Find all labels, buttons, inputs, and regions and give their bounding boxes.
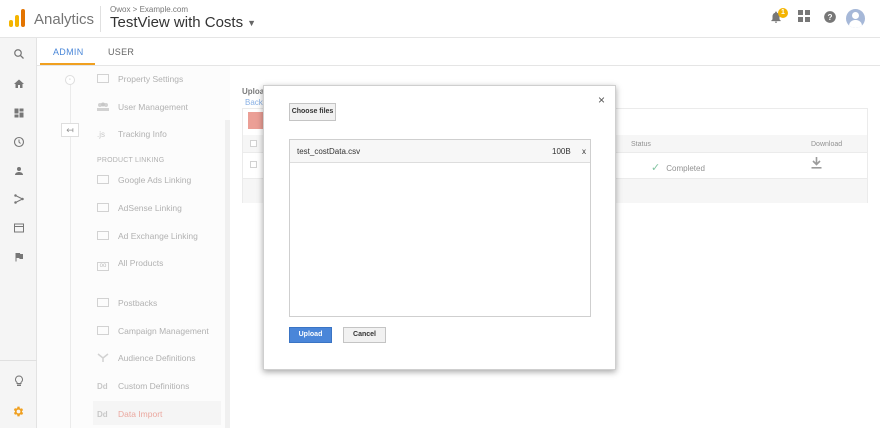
list-item: test_costData.csv 100B x [290,140,590,163]
rail-divider [0,360,37,361]
upload-button[interactable]: Upload [289,327,332,343]
remove-file-button[interactable]: x [582,147,586,156]
audience-person-icon[interactable] [10,165,27,182]
view-selector[interactable]: TestView with Costs ▼ [110,14,256,31]
home-icon[interactable] [10,78,27,95]
realtime-clock-icon[interactable] [10,136,27,153]
analytics-logo-icon[interactable] [9,9,25,27]
left-rail [0,38,37,428]
file-size: 100B [552,147,571,156]
file-name: test_costData.csv [297,147,361,156]
choose-files-button[interactable]: Choose files [289,103,336,121]
view-title: TestView with Costs [110,14,244,31]
tab-user[interactable]: USER [108,47,134,57]
account-breadcrumb[interactable]: Owox > Example.com [110,5,188,14]
notification-badge: 1 [778,8,788,18]
account-avatar[interactable] [846,9,865,28]
conversions-flag-icon[interactable] [10,251,27,268]
acquisition-icon[interactable] [10,193,27,210]
customization-icon[interactable] [10,107,27,124]
caret-down-icon: ▼ [247,18,257,29]
header-divider [100,6,101,32]
search-icon[interactable] [10,48,27,65]
close-icon[interactable]: × [598,94,605,106]
help-icon[interactable]: ? [822,10,838,26]
discover-lightbulb-icon[interactable] [10,375,27,392]
top-bar: Analytics Owox > Example.com TestView wi… [0,0,880,38]
active-tab-indicator [40,63,95,65]
selected-files-list: test_costData.csv 100B x [289,139,591,317]
admin-tabs: ADMIN USER [37,38,880,66]
apps-grid-icon[interactable] [796,10,812,26]
tab-admin[interactable]: ADMIN [53,47,84,57]
svg-text:?: ? [828,13,833,22]
behavior-icon[interactable] [10,222,27,239]
upload-dialog: × Choose files test_costData.csv 100B x … [263,85,616,370]
app-name: Analytics [34,11,95,28]
cancel-button[interactable]: Cancel [343,327,386,343]
admin-gear-icon[interactable] [10,405,27,422]
